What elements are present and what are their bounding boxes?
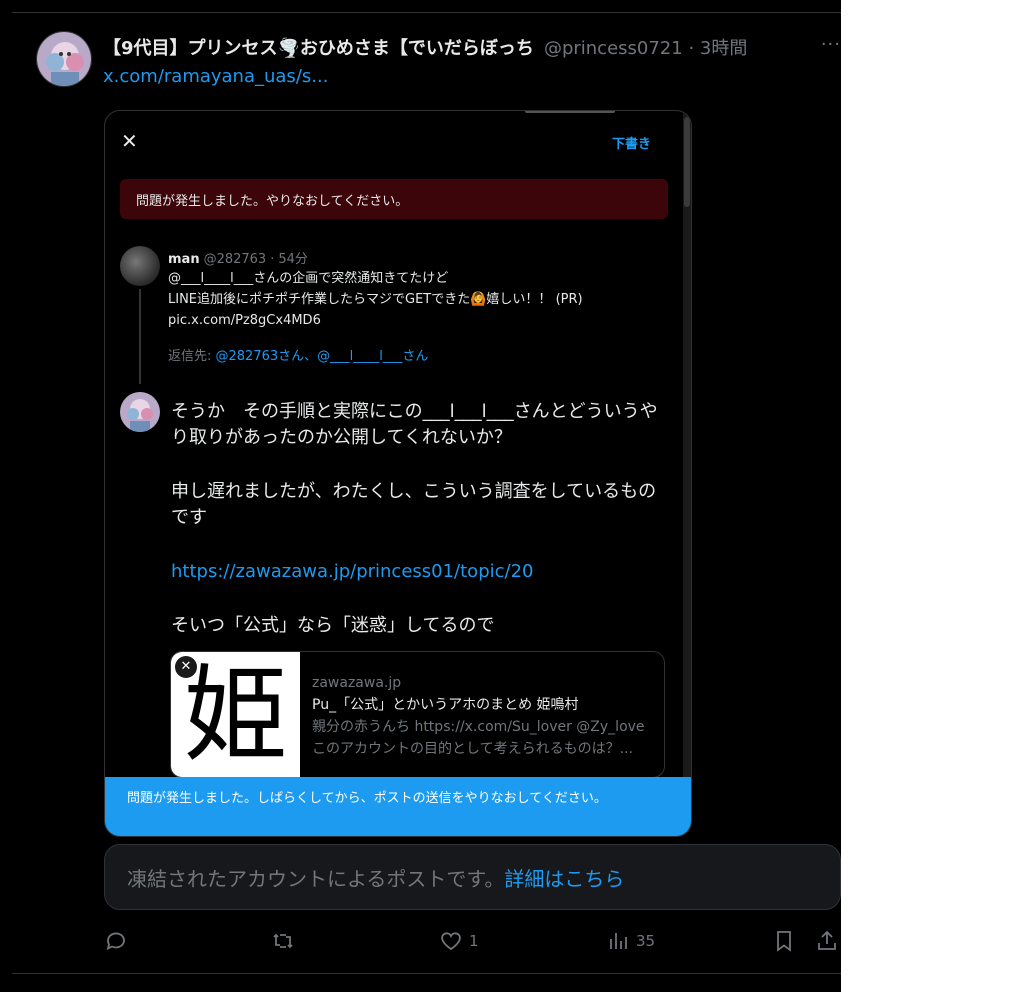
suspended-notice: 凍結されたアカウントによるポストです。詳細はこちら	[104, 844, 841, 910]
card-title: Pu_「公式」とかいうアホのまとめ 姫鳴村	[312, 697, 579, 713]
avatar-image	[120, 392, 160, 432]
repost-icon	[273, 933, 293, 949]
composer-text: そうか その手順と実際にこの___l___l___さんとどういうやり取りがあった…	[171, 399, 671, 667]
repost-button[interactable]	[271, 929, 295, 953]
embedded-screenshot[interactable]: ✕ 下書き 問題が発生しました。やりなおしてください。 man @282763 · 5…	[104, 110, 692, 837]
like-button[interactable]: 1	[439, 929, 479, 953]
card-text: zawazawa.jp Pu_「公式」とかいうアホのまとめ 姫鳴村 親分の赤うん…	[312, 672, 657, 760]
card-description: 親分の赤うんち https://x.com/Su_lover @Zy_love	[312, 719, 645, 735]
action-bar: 1 35	[104, 929, 841, 957]
composer-avatar	[120, 392, 160, 432]
drafts-label: 下書き	[611, 137, 651, 152]
remove-card-icon: ✕	[175, 656, 197, 678]
author-handle[interactable]: @princess0721	[544, 38, 683, 59]
message-paragraph: そうか その手順と実際にこの___l___l___さんとどういうやり取りがあった…	[171, 401, 658, 448]
author-avatar[interactable]	[36, 31, 92, 87]
bookmark-icon	[777, 931, 791, 952]
reply-prefix: 返信先:	[168, 349, 216, 364]
post-link[interactable]: x.com/ramayana_uas/s...	[103, 66, 328, 87]
like-count: 1	[469, 932, 479, 950]
quoted-separator: ·	[270, 252, 275, 267]
quoted-name: man	[168, 252, 200, 267]
message-link: https://zawazawa.jp/princess01/topic/20	[171, 561, 534, 582]
quoted-handle: @282763	[203, 252, 267, 267]
card-domain: zawazawa.jp	[312, 675, 402, 691]
message-paragraph: 申し遅れましたが、わたくし、こういう調査をしているものです	[171, 481, 657, 528]
heart-icon	[441, 932, 461, 951]
screenshot-top-bar	[525, 111, 615, 113]
link-card: 姫 ✕ zawazawa.jp Pu_「公式」とかいうアホのまとめ 姫鳴村 親分…	[170, 651, 665, 778]
quoted-line: @___l____l___さんの企画で突然通知きてたけど	[168, 271, 449, 286]
card-description: このアカウントの目的として考えられるものは？...	[312, 741, 633, 757]
quoted-avatar	[120, 246, 160, 286]
view-count: 35	[636, 932, 656, 950]
post-header: 【9代目】プリンセス🌪️おひめさま【でいだらぼっち @princess0721 …	[103, 34, 841, 60]
reply-to: 返信先: @282763さん、@___l____l___さん	[168, 345, 428, 364]
close-icon: ✕	[121, 129, 138, 153]
quoted-header: man @282763 · 54分	[168, 248, 308, 267]
learn-more-link[interactable]: 詳細はこちら	[504, 867, 624, 891]
author-name[interactable]: 【9代目】プリンセス🌪️おひめさま【でいだらぼっち	[103, 34, 534, 60]
reply-to-users: @282763さん、@___l____l___さん	[215, 349, 429, 364]
divider	[12, 12, 841, 13]
quoted-line: pic.x.com/Pz8gCx4MD6	[168, 313, 321, 328]
suspended-text: 凍結されたアカウントによるポストです。	[127, 867, 505, 891]
error-toast: 問題が発生しました。しばらくしてから、ポストの送信をやりなおしてください。	[105, 777, 691, 836]
divider	[12, 973, 841, 974]
author-meta: @princess0721 · 3時間	[543, 38, 748, 59]
reply-icon	[106, 932, 125, 951]
quoted-line: LINE追加後にポチポチ作業したらマジでGETできた🙆嬉しい！！ (PR)	[168, 292, 583, 307]
quoted-body: @___l____l___さんの企画で突然通知きてたけど LINE追加後にポチポ…	[168, 268, 648, 331]
views-button[interactable]: 35	[606, 929, 655, 953]
tweet-timeline: 【9代目】プリンセス🌪️おひめさま【でいだらぼっち @princess0721 …	[0, 0, 841, 992]
error-banner: 問題が発生しました。やりなおしてください。	[120, 179, 668, 219]
analytics-icon	[610, 933, 627, 949]
share-button[interactable]	[815, 929, 839, 953]
share-icon	[818, 930, 836, 950]
avatar-image	[37, 32, 91, 86]
bookmark-button[interactable]	[772, 929, 796, 953]
scrollbar-thumb	[684, 117, 690, 207]
more-options-button[interactable]: ···	[821, 34, 841, 55]
thread-line	[139, 289, 141, 384]
quoted-time: 54分	[278, 252, 308, 267]
reply-button[interactable]	[104, 929, 128, 953]
message-paragraph: そいつ「公式」なら「迷惑」してるので	[171, 615, 495, 636]
scrollbar	[683, 111, 691, 836]
post-time[interactable]: 3時間	[700, 38, 747, 59]
